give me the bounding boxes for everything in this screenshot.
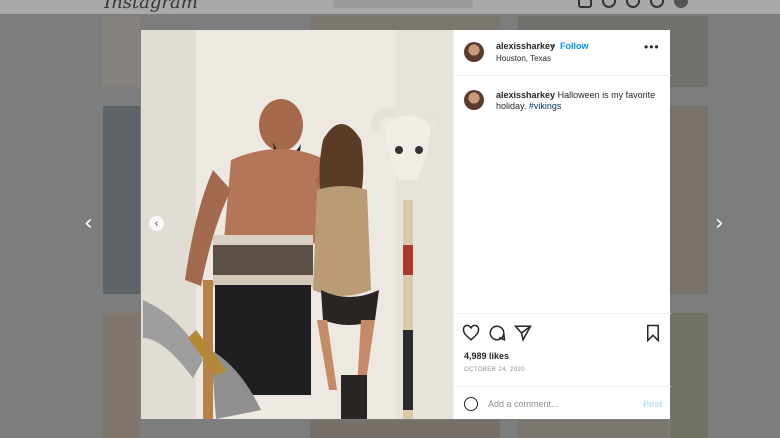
user-avatar[interactable] — [464, 42, 484, 62]
post-sidebar: alexissharkey • Follow Houston, Texas ••… — [453, 30, 671, 420]
photo-illustration — [141, 30, 453, 419]
grid-thumbnail[interactable] — [670, 106, 708, 294]
separator-dot: • — [552, 41, 556, 51]
grid-thumbnail[interactable] — [103, 106, 140, 294]
likes-count[interactable]: 4,989 likes — [464, 351, 509, 361]
instagram-logo[interactable]: Instagram — [104, 0, 198, 13]
caption-avatar[interactable] — [464, 90, 484, 110]
next-post-arrow[interactable]: › — [715, 213, 724, 235]
share-icon[interactable] — [514, 324, 532, 342]
more-icon[interactable]: ••• — [644, 40, 660, 54]
caption-hashtag[interactable]: #vikings — [529, 101, 562, 111]
grid-thumbnail[interactable] — [103, 16, 140, 87]
heart-icon[interactable] — [462, 324, 480, 342]
search-bar[interactable] — [333, 0, 473, 8]
post-photo[interactable]: ‹ — [141, 30, 453, 419]
top-navigation-bar: Instagram — [0, 0, 780, 14]
home-icon[interactable] — [578, 0, 592, 8]
previous-post-arrow[interactable]: ‹ — [84, 213, 93, 235]
emoji-icon[interactable] — [464, 397, 478, 411]
caption-username[interactable]: alexissharkey — [496, 90, 555, 100]
post-comment-button[interactable]: Post — [643, 399, 663, 409]
grid-thumbnail[interactable] — [518, 420, 668, 438]
activity-icon[interactable] — [650, 0, 664, 8]
direct-icon[interactable] — [602, 0, 616, 8]
post-username[interactable]: alexissharkey — [496, 41, 555, 51]
post-date: OCTOBER 24, 2020 — [464, 367, 525, 373]
grid-thumbnail[interactable] — [310, 16, 500, 30]
post-modal: ‹ alexissharkey • Follow Houston, Texas … — [141, 30, 671, 420]
grid-thumbnail[interactable] — [310, 420, 500, 438]
bookmark-icon[interactable] — [644, 324, 662, 342]
post-location[interactable]: Houston, Texas — [496, 54, 551, 63]
carousel-prev-button[interactable]: ‹ — [149, 216, 164, 231]
comment-input[interactable] — [488, 397, 628, 411]
grid-thumbnail[interactable] — [670, 313, 708, 438]
follow-button[interactable]: Follow — [560, 41, 589, 51]
add-comment-bar: Post — [454, 386, 671, 421]
profile-avatar[interactable] — [674, 0, 688, 8]
comment-icon[interactable] — [488, 324, 506, 342]
explore-icon[interactable] — [626, 0, 640, 8]
top-nav-icons — [578, 0, 688, 8]
post-caption: alexissharkey Halloween is my favorite h… — [496, 90, 661, 112]
post-actions: 4,989 likes OCTOBER 24, 2020 Post — [454, 313, 671, 420]
grid-thumbnail[interactable] — [103, 313, 140, 438]
post-header: alexissharkey • Follow Houston, Texas ••… — [454, 30, 671, 76]
